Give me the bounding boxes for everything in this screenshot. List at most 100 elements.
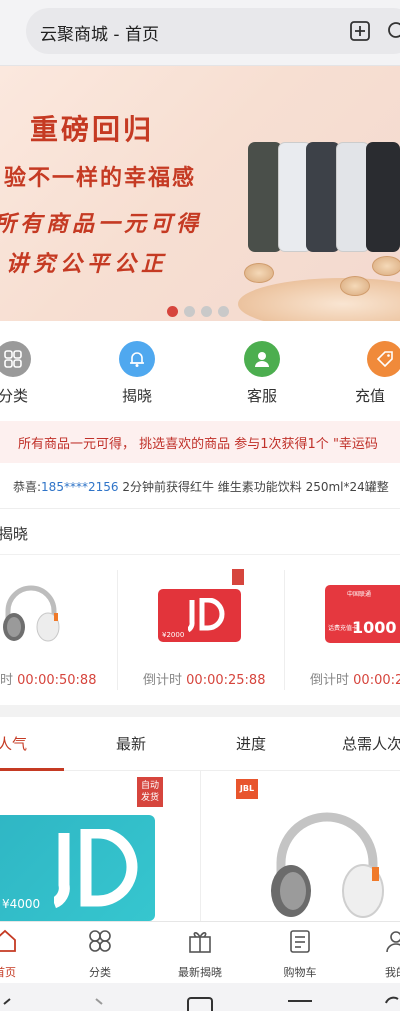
countdown-label: 倒计时: [143, 673, 183, 688]
menu-icon[interactable]: [288, 1000, 312, 1002]
headphones-icon: [271, 812, 384, 918]
back-arrow-icon[interactable]: [0, 997, 14, 1011]
nav-latest-reveal[interactable]: 最新揭晓: [160, 928, 240, 980]
banner-podium: [238, 278, 400, 321]
promo-banner[interactable]: 重磅回归 验不一样的幸福感 所有商品一元可得 讲究公平公正: [0, 66, 400, 321]
winner-prefix: 恭喜:: [13, 480, 42, 494]
home-button-icon[interactable]: [384, 995, 400, 1011]
coin-image: [340, 276, 370, 296]
banner-line-4: 讲究公平公正: [6, 252, 169, 277]
reveal-countdown: 倒计时 00:00:20: [310, 669, 400, 688]
grid-icon: [89, 930, 111, 952]
jd-card-value: ¥2000: [162, 631, 185, 639]
banner-dot[interactable]: [218, 306, 229, 317]
user-icon: [386, 931, 400, 953]
bottom-navigation: 首页 分类 最新揭晓 购物车 我的: [0, 921, 400, 983]
banner-subline: 验不一样的幸福感: [4, 166, 197, 191]
nav-label: 我的: [385, 966, 400, 979]
notice-marquee: 所有商品一元可得， 挑选喜欢的商品 参与1次获得1个 "幸运码: [0, 421, 400, 463]
countdown-label: 倒计时: [310, 673, 350, 688]
phone-image: [336, 142, 370, 252]
countdown-label: 时: [0, 673, 14, 688]
home-icon: [0, 929, 16, 952]
tab-newest[interactable]: 最新: [116, 733, 146, 754]
jbl-badge: JBL: [236, 779, 258, 799]
banner-headline: 重磅回归: [30, 113, 155, 146]
countdown-time: 00:00:20: [353, 673, 400, 688]
tab-progress[interactable]: 进度: [236, 733, 266, 754]
countdown-time: 00:00:25:88: [186, 673, 266, 688]
cart-icon: [290, 930, 310, 953]
system-navigation-bar: [0, 983, 400, 1011]
tab-total-needed[interactable]: 总需人次: [342, 733, 400, 754]
add-tab-icon[interactable]: [349, 20, 371, 42]
page: 云聚商城 - 首页 重磅回归 验不一样的幸福感 所有商品一元可得 讲究公平公正: [0, 0, 400, 1011]
nav-label: 最新揭晓: [178, 966, 222, 979]
tab-popular[interactable]: 人气: [0, 733, 27, 754]
card-badge: [232, 569, 244, 585]
countdown-time: 00:00:50:88: [17, 673, 97, 688]
quick-menu: 分类 揭晓 客服 充值: [0, 321, 400, 421]
quick-item-recharge[interactable]: 充值: [355, 341, 400, 406]
winner-phone: 185****2156: [41, 480, 119, 494]
banner-dot[interactable]: [184, 306, 195, 317]
nav-cart[interactable]: 购物车: [260, 928, 340, 980]
nav-label: 分类: [89, 966, 111, 979]
auto-ship-badge: 自动发货: [137, 777, 163, 807]
quick-item-reveal[interactable]: 揭晓: [107, 341, 167, 406]
product-card[interactable]: JBL: [201, 771, 400, 921]
reveal-countdown: 倒计时 00:00:25:88: [143, 669, 265, 688]
quick-item-category[interactable]: 分类: [0, 341, 43, 406]
nav-mine[interactable]: 我的: [356, 928, 400, 980]
user-icon: [244, 341, 280, 377]
gift-icon: [189, 932, 211, 953]
bell-icon: [119, 341, 155, 377]
quick-item-label: 分类: [0, 387, 28, 405]
unicom-logo: 中国联通: [347, 591, 372, 598]
nav-label: 首页: [0, 966, 16, 979]
reveal-section-header: 揭晓: [0, 509, 400, 555]
banner-dot[interactable]: [201, 306, 212, 317]
grid-icon: [0, 341, 31, 377]
unicom-card-icon: 中国联通 话费充值卡 1000: [325, 585, 400, 643]
quick-item-label: 客服: [246, 387, 277, 405]
nav-home[interactable]: 首页: [0, 928, 45, 980]
quick-item-service[interactable]: 客服: [232, 341, 292, 406]
search-icon[interactable]: [386, 20, 400, 42]
phone-image: [306, 142, 340, 252]
browser-address-bar: 云聚商城 - 首页: [0, 0, 400, 66]
winner-ticker: 恭喜:185****2156 2分钟前获得红牛 维生素功能饮料 250ml*24…: [0, 463, 400, 509]
jd-card-image: ¥4000: [0, 815, 155, 921]
banner-dot[interactable]: [167, 306, 178, 317]
reveal-card[interactable]: 时 00:00:50:88: [0, 555, 118, 705]
forward-arrow-icon[interactable]: [94, 997, 108, 1011]
tabs-count-icon[interactable]: [187, 997, 213, 1011]
banner-line-3: 所有商品一元可得: [0, 212, 203, 237]
headphones-icon: [3, 585, 60, 642]
coin-image: [244, 263, 274, 283]
jd-card-price: ¥4000: [2, 897, 41, 911]
unicom-card-value: 1000: [352, 618, 397, 637]
quick-item-label: 充值: [355, 387, 386, 405]
reveal-card[interactable]: 中国联通 话费充值卡 1000 倒计时 00:00:20: [285, 555, 400, 705]
product-card[interactable]: ¥4000 自动发货: [0, 771, 200, 921]
product-grid: ¥4000 自动发货 JBL: [0, 771, 400, 921]
reveal-card[interactable]: ¥2000 倒计时 00:00:25:88: [118, 555, 286, 705]
coin-image: [372, 256, 400, 276]
tag-icon: [367, 341, 400, 377]
banner-pagination: [167, 306, 229, 317]
jd-card-icon: ¥2000: [158, 589, 241, 642]
quick-item-label: 揭晓: [121, 387, 152, 405]
phone-image: [366, 142, 400, 252]
reveal-section-title: 揭晓: [0, 525, 29, 543]
winner-text: 2分钟前获得红牛 维生素功能饮料 250ml*24罐整: [118, 480, 389, 494]
nav-label: 购物车: [283, 966, 317, 979]
address-text[interactable]: 云聚商城 - 首页: [40, 20, 159, 45]
nav-category[interactable]: 分类: [60, 928, 140, 980]
phone-image: [248, 142, 282, 252]
reveal-carousel: 时 00:00:50:88 ¥2000 倒计时 00:00:25:88 中国联通…: [0, 555, 400, 705]
notice-text: 所有商品一元可得， 挑选喜欢的商品 参与1次获得1个 "幸运码: [18, 437, 378, 452]
reveal-countdown: 时 00:00:50:88: [0, 669, 96, 688]
sort-tabs: 人气 最新 进度 总需人次: [0, 717, 400, 771]
winner-line: 恭喜:185****2156 2分钟前获得红牛 维生素功能饮料 250ml*24…: [13, 478, 389, 495]
